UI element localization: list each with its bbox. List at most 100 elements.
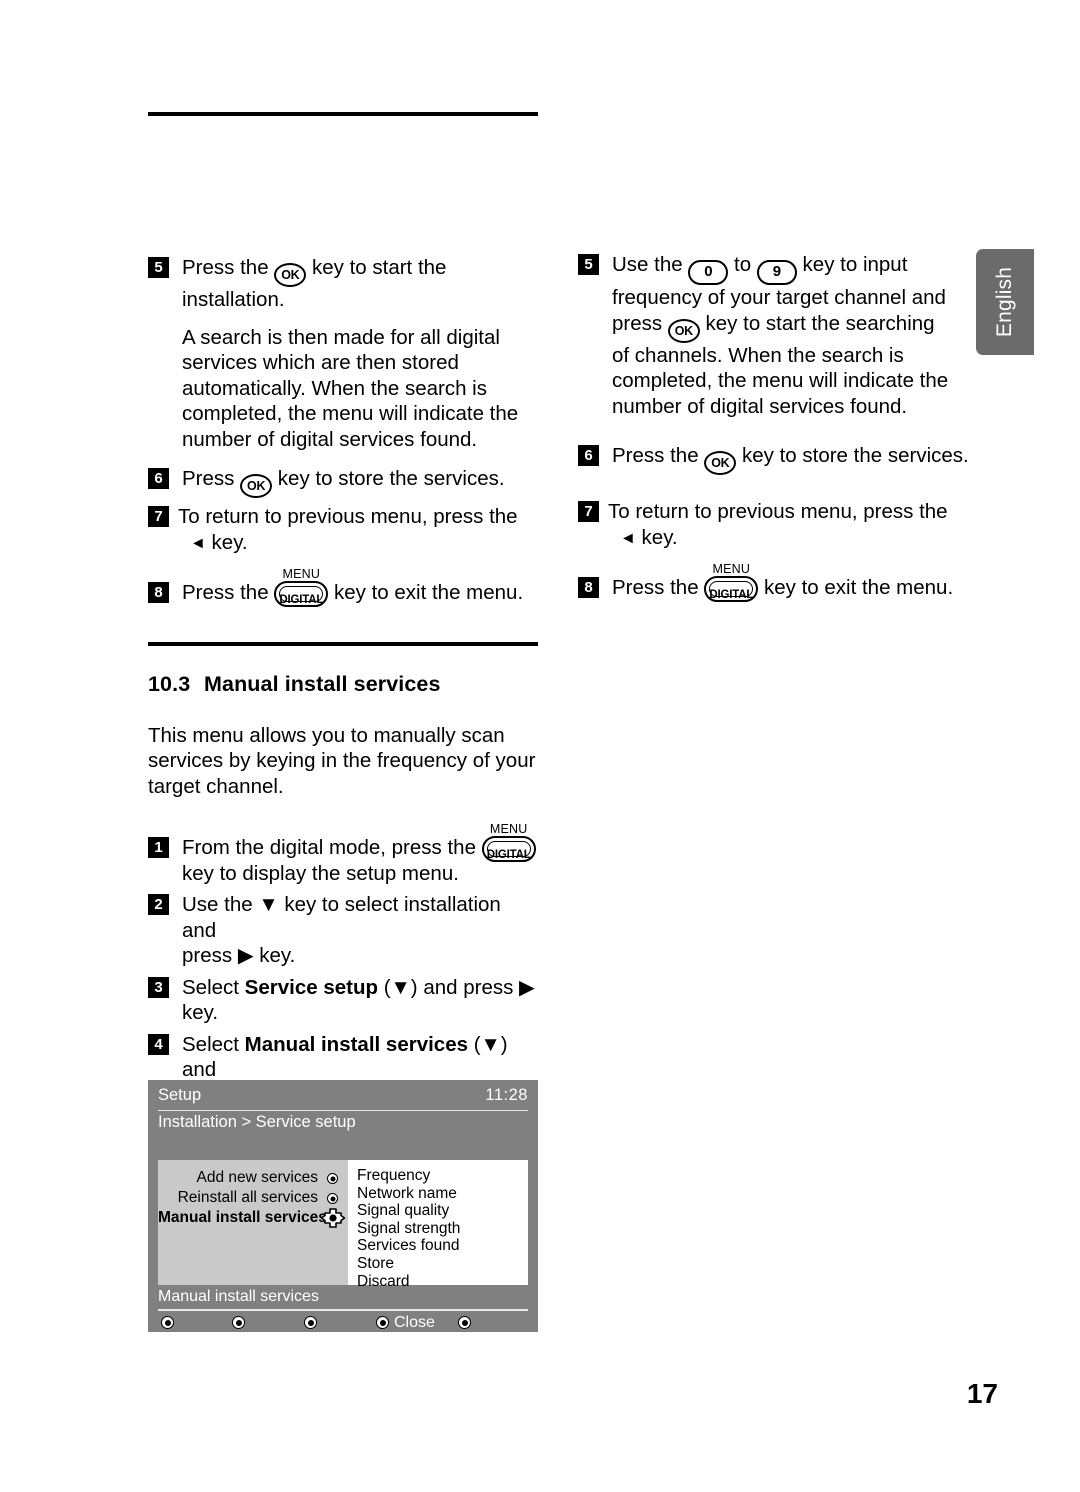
step-number-badge: 4 xyxy=(148,1033,169,1055)
step-text-c: frequency of your target channel and xyxy=(612,286,946,309)
tv-menu-detail-item: Store xyxy=(357,1254,395,1272)
left-arrow-icon: ◄ xyxy=(190,534,206,552)
step-text-a: Press the xyxy=(612,444,705,467)
step-number-badge: 8 xyxy=(578,577,599,598)
section-number: 10.3 xyxy=(148,671,191,696)
menu-name-manual-install-services: Manual install services xyxy=(244,1032,468,1056)
tv-menu-screenshot: Setup 11:28 Installation > Service setup… xyxy=(148,1080,538,1332)
step-number-badge: 2 xyxy=(148,894,169,915)
step-number-badge: 1 xyxy=(148,837,169,858)
tv-menu-button-close[interactable] xyxy=(376,1316,389,1329)
step-text-b: key to store the services. xyxy=(736,444,969,467)
step-text-a: To return to previous menu, press the xyxy=(178,505,518,528)
step-number-badge: 5 xyxy=(148,257,169,278)
tv-menu-item-add-new-services[interactable]: Add new services xyxy=(158,1168,340,1187)
step-row-3: 3 Select Service setup (▼) and press ▶ k… xyxy=(148,975,540,1026)
step-text-a: Press the xyxy=(612,576,705,599)
step-number-badge: 7 xyxy=(148,506,169,527)
step-number-badge: 6 xyxy=(148,468,169,489)
tv-menu-detail-item: Discard xyxy=(357,1272,410,1290)
right-column: 5 Use the 0 to 9 key to input frequency … xyxy=(578,252,970,602)
bullet-dot-icon xyxy=(327,1193,338,1204)
tv-menu-button-3[interactable] xyxy=(304,1316,317,1329)
navigation-cursor-icon xyxy=(320,1208,346,1228)
step-row-8-right: 8 Press the MENU DIGITAL key to exit the … xyxy=(578,562,970,602)
tv-menu-title: Setup xyxy=(158,1086,202,1104)
tv-menu-footer-label: Manual install services xyxy=(158,1288,319,1305)
step-text-c: installation. xyxy=(182,288,285,311)
step-text-b: key to exit the menu. xyxy=(328,581,524,604)
step-text-a: Use the xyxy=(612,253,689,276)
step-text-a: Select xyxy=(182,1032,245,1056)
step-text-a: Press the xyxy=(182,581,275,604)
tv-menu-detail-item: Services found xyxy=(357,1237,460,1255)
step-text-b: key to store the services. xyxy=(272,467,505,490)
section-intro-paragraph: This menu allows you to manually scan se… xyxy=(148,723,536,798)
tv-menu-item-label: Reinstall all services xyxy=(177,1189,318,1206)
step-text-a: To return to previous menu, press the xyxy=(608,500,948,523)
step-text-a: From the digital mode, press the xyxy=(182,836,482,859)
bullet-dot-icon xyxy=(327,1173,338,1184)
step-row-2: 2 Use the ▼ key to select installation a… xyxy=(148,892,540,969)
digital-key-icon: MENU DIGITAL xyxy=(704,562,759,602)
tv-menu-detail-item: Signal quality xyxy=(357,1202,450,1220)
step-text-b: press ▶ key. xyxy=(182,944,296,967)
step-number-badge: 3 xyxy=(148,976,169,998)
tv-menu-button-2[interactable] xyxy=(232,1316,245,1329)
language-tab-label: English xyxy=(993,266,1016,338)
manual-page: English 5 Press the OK key to start the … xyxy=(0,0,1080,1492)
tv-menu-button-5[interactable] xyxy=(458,1316,471,1329)
step-5-body-paragraph: A search is then made for all digital se… xyxy=(182,325,519,451)
step-text-d: press xyxy=(612,311,668,335)
step-text-b: key. xyxy=(635,525,678,549)
step-text-b: key to exit the menu. xyxy=(758,576,954,599)
digital-key-icon: MENU DIGITAL xyxy=(481,822,536,862)
step-text-a: Press the xyxy=(182,256,275,279)
step-number-badge: 5 xyxy=(578,254,599,275)
step-text-b: key to input xyxy=(796,253,908,276)
step-text-c: key. xyxy=(182,1001,219,1024)
step-text-b: key. xyxy=(205,530,248,554)
tv-menu-detail-item: Network name xyxy=(357,1184,457,1202)
tv-menu-clock: 11:28 xyxy=(485,1086,528,1104)
tv-menu-item-label: Add new services xyxy=(196,1169,318,1186)
section-divider xyxy=(148,641,538,646)
digit-9-key-icon: 9 xyxy=(756,260,797,285)
step-row-1: 1 From the digital mode, press the MENU D… xyxy=(148,822,540,886)
step-text-b: (▼) and press ▶ xyxy=(378,975,535,999)
step-row-5-right: 5 Use the 0 to 9 key to input frequency … xyxy=(578,252,970,419)
step-text-a: Use the ▼ key to select installation and xyxy=(182,893,501,942)
tv-menu-left-panel: Add new services Reinstall all services … xyxy=(158,1160,348,1285)
language-tab: English xyxy=(976,249,1034,355)
step-text-e: key to start the searching xyxy=(699,311,935,335)
left-column: 5 Press the OK key to start the installa… xyxy=(148,112,540,1108)
step-number-badge: 6 xyxy=(578,445,599,466)
tv-menu-item-label: Manual install services xyxy=(158,1209,327,1226)
tv-menu-color-buttons: Close xyxy=(158,1314,528,1332)
step-row-6-right: 6 Press the OK key to store the services… xyxy=(578,443,970,475)
step-text-to: to xyxy=(728,253,757,276)
tv-menu-detail-item: Signal strength xyxy=(357,1219,461,1237)
tv-menu-item-manual-install-services[interactable]: Manual install services xyxy=(158,1208,346,1228)
tv-menu-footer-divider xyxy=(158,1309,528,1311)
tv-menu-body: Add new services Reinstall all services … xyxy=(158,1160,528,1290)
ok-key-icon: OK xyxy=(240,474,273,498)
digit-0-key-icon: 0 xyxy=(688,260,729,285)
tv-menu-detail-item: Frequency xyxy=(357,1167,431,1184)
step-row-7-left: 7 To return to previous menu, press the … xyxy=(148,504,540,556)
tv-menu-item-reinstall-all-services[interactable]: Reinstall all services xyxy=(158,1188,340,1207)
step-text-b: key to start the xyxy=(306,256,447,279)
page-number: 17 xyxy=(966,1378,998,1409)
digital-key-text: DIGITAL xyxy=(709,589,754,601)
ok-key-icon: OK xyxy=(667,318,700,343)
ok-key-icon: OK xyxy=(274,263,307,287)
menu-name-service-setup: Service setup xyxy=(244,975,378,999)
step-row-5-left: 5 Press the OK key to start the installa… xyxy=(148,255,540,313)
step-row-7-right: 7 To return to previous menu, press the … xyxy=(578,499,970,551)
section-heading: 10.3 Manual install services xyxy=(148,672,540,697)
tv-menu-right-panel: Frequency Network name Signal quality Si… xyxy=(348,1160,528,1290)
digital-key-text: DIGITAL xyxy=(279,594,324,606)
tv-menu-button-close-label: Close xyxy=(394,1314,435,1331)
tv-menu-breadcrumb: Installation > Service setup xyxy=(158,1113,356,1131)
tv-menu-button-1[interactable] xyxy=(161,1316,174,1329)
